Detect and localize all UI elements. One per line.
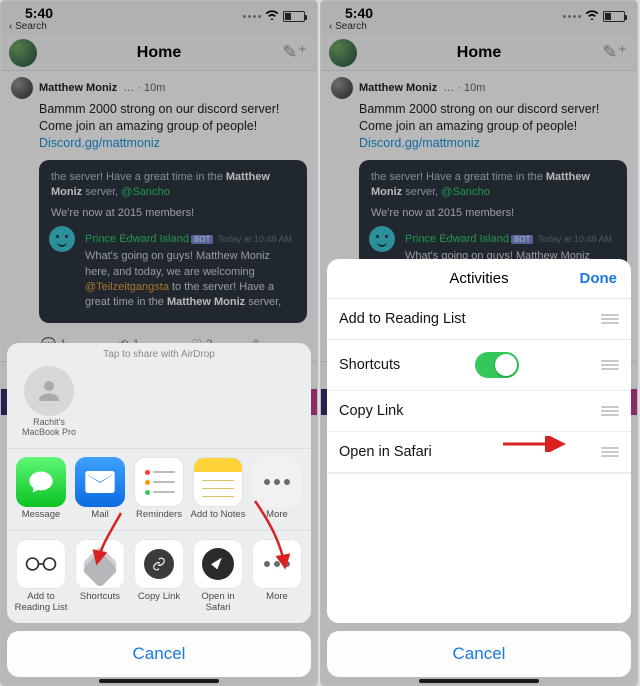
action-more[interactable]: More bbox=[249, 539, 305, 613]
copy-link-icon bbox=[134, 539, 184, 589]
phone-right: 5:40 ‹ Search Home ✎⁺ Matthew Moniz… · 1… bbox=[320, 0, 638, 686]
done-button[interactable]: Done bbox=[580, 270, 618, 287]
airdrop-device[interactable]: Rachit's MacBook Pro bbox=[19, 366, 79, 438]
reminders-icon bbox=[134, 457, 184, 507]
message-icon bbox=[16, 457, 66, 507]
action-copy-link[interactable]: Copy Link bbox=[131, 539, 187, 613]
share-sheet: Tap to share with AirDrop Rachit's MacBo… bbox=[7, 343, 311, 677]
share-more-apps[interactable]: More bbox=[249, 457, 305, 520]
activities-header: Activities Done bbox=[327, 259, 631, 299]
drag-handle-icon[interactable] bbox=[601, 360, 619, 370]
home-indicator[interactable] bbox=[419, 679, 539, 683]
home-indicator[interactable] bbox=[99, 679, 219, 683]
activity-label: Copy Link bbox=[339, 403, 403, 419]
activity-label: Open in Safari bbox=[339, 444, 432, 460]
airdrop-device-label: Rachit's MacBook Pro bbox=[19, 418, 79, 438]
airdrop-hint: Tap to share with AirDrop bbox=[7, 343, 311, 364]
action-shortcuts[interactable]: Shortcuts bbox=[72, 539, 128, 613]
share-notes[interactable]: Add to Notes bbox=[190, 457, 246, 520]
notes-icon bbox=[193, 457, 243, 507]
person-icon bbox=[24, 366, 74, 416]
shortcuts-icon bbox=[75, 539, 125, 589]
activity-row-copy-link[interactable]: Copy Link bbox=[327, 391, 631, 432]
more-icon bbox=[252, 539, 302, 589]
share-reminders[interactable]: Reminders bbox=[131, 457, 187, 520]
share-message[interactable]: Message bbox=[13, 457, 69, 520]
activity-row-reading-list[interactable]: Add to Reading List bbox=[327, 299, 631, 340]
drag-handle-icon[interactable] bbox=[601, 406, 619, 416]
activity-label: Add to Reading List bbox=[339, 311, 466, 327]
phone-left: 5:40 ‹ Search Home ✎⁺ Matthew Moniz … · … bbox=[0, 0, 318, 686]
activity-row-open-safari[interactable]: Open in Safari bbox=[327, 432, 631, 473]
share-mail[interactable]: Mail bbox=[72, 457, 128, 520]
drag-handle-icon[interactable] bbox=[601, 447, 619, 457]
drag-handle-icon[interactable] bbox=[601, 314, 619, 324]
cancel-button[interactable]: Cancel bbox=[7, 631, 311, 677]
activities-title: Activities bbox=[449, 270, 508, 287]
more-icon bbox=[252, 457, 302, 507]
shortcuts-toggle[interactable] bbox=[475, 352, 519, 378]
share-apps-row: Message Mail Reminders bbox=[7, 448, 311, 530]
safari-icon bbox=[193, 539, 243, 589]
activity-label: Shortcuts bbox=[339, 357, 400, 373]
mail-icon bbox=[75, 457, 125, 507]
glasses-icon bbox=[16, 539, 66, 589]
action-open-safari[interactable]: Open in Safari bbox=[190, 539, 246, 613]
share-actions-row: Add to Reading List Shortcuts Copy Link … bbox=[7, 530, 311, 623]
activity-row-shortcuts[interactable]: Shortcuts bbox=[327, 340, 631, 391]
cancel-button[interactable]: Cancel bbox=[327, 631, 631, 677]
action-reading-list[interactable]: Add to Reading List bbox=[13, 539, 69, 613]
activities-sheet: Activities Done Add to Reading List Shor… bbox=[327, 259, 631, 677]
